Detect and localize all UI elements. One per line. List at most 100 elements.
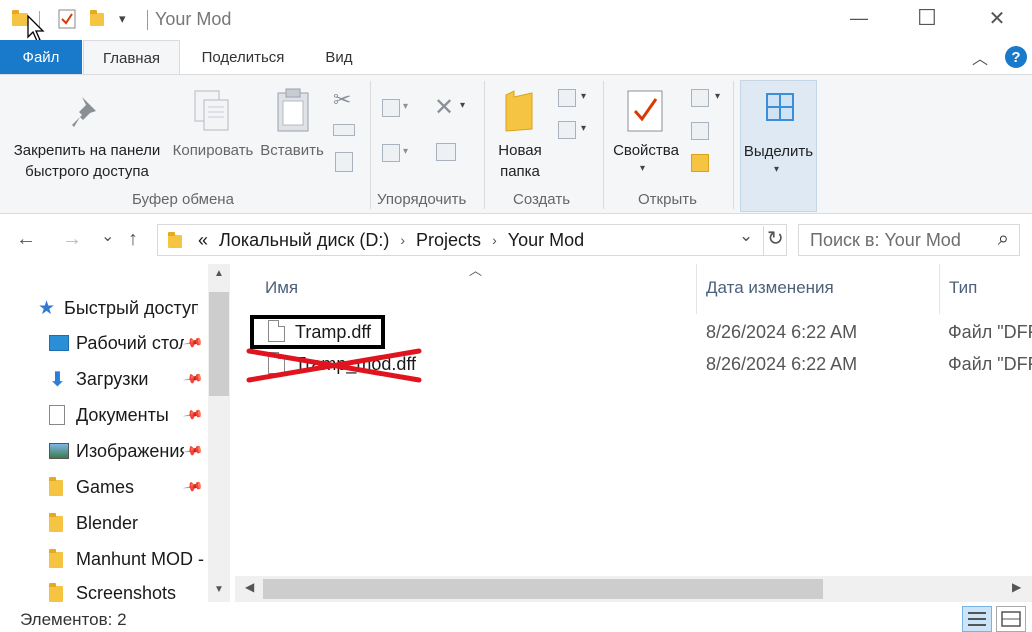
delete-icon[interactable]: ✕ (434, 93, 454, 122)
address-bar[interactable]: « Локальный диск (D:) › Projects › Your … (157, 224, 787, 256)
sidebar-item-blender[interactable]: Blender (0, 505, 208, 541)
scroll-down-arrow-icon[interactable]: ▼ (214, 584, 224, 595)
sidebar-item-documents[interactable]: Документы 📌 (0, 397, 208, 433)
up-button[interactable]: ↑ (128, 228, 138, 251)
copy-path-icon[interactable] (333, 124, 355, 136)
ribbon-collapse-button[interactable]: ︿ (972, 45, 988, 69)
open-dropdown-icon[interactable]: ▾ (715, 91, 720, 102)
breadcrumb-your-mod[interactable]: Your Mod (508, 230, 584, 251)
customize-toolbar-dropdown[interactable]: ▾ (119, 8, 126, 30)
column-header-type[interactable]: Тип (949, 278, 977, 298)
scroll-up-arrow-icon[interactable]: ▲ (214, 268, 224, 279)
column-header-name[interactable]: Имя (265, 278, 298, 298)
sidebar-item-pictures[interactable]: Изображения 📌 (0, 433, 208, 469)
breadcrumb-drive[interactable]: Локальный диск (D:) (219, 230, 389, 251)
help-icon[interactable]: ? (1005, 46, 1027, 68)
breadcrumb-overflow[interactable]: « (198, 230, 208, 251)
move-to-dropdown-icon[interactable]: ▾ (403, 101, 408, 112)
sidebar-item-desktop[interactable]: Рабочий стол 📌 (0, 325, 208, 361)
copy-to-dropdown-icon[interactable]: ▾ (403, 146, 408, 157)
folder-icon (49, 549, 63, 568)
navigation-bar: ← → ⌄ ↑ « Локальный диск (D:) › Projects… (0, 214, 1032, 264)
folder-icon[interactable] (12, 8, 28, 30)
group-separator (484, 81, 485, 209)
properties-icon (627, 90, 663, 132)
pictures-icon (49, 443, 69, 459)
easy-access-dropdown-icon[interactable]: ▾ (581, 123, 586, 134)
refresh-button[interactable]: ↻ (763, 226, 784, 256)
copy-label: Копировать (172, 142, 254, 159)
details-view-button[interactable] (962, 606, 992, 632)
move-to-icon[interactable] (382, 99, 400, 117)
strikethrough-annotation (246, 348, 422, 383)
new-item-icon[interactable] (558, 89, 576, 107)
properties-quick-icon[interactable] (58, 8, 76, 30)
documents-icon (49, 405, 65, 425)
folder-icon (49, 513, 63, 532)
tab-share[interactable]: Поделиться (188, 40, 298, 75)
minimize-button[interactable]: — (836, 0, 882, 36)
maximize-button[interactable]: ☐ (904, 0, 950, 36)
forward-button[interactable]: → (62, 228, 82, 251)
tab-file[interactable]: Файл (0, 40, 82, 75)
address-dropdown-button[interactable]: ⌄ (739, 226, 753, 246)
select-label: Выделить (743, 143, 814, 160)
details-view-icon (968, 612, 986, 626)
new-item-dropdown-icon[interactable]: ▾ (581, 91, 586, 102)
pin-icon: 📌 (182, 367, 205, 390)
close-button[interactable]: ✕ (974, 0, 1020, 36)
new-folder-label-line2: папка (500, 163, 540, 180)
sidebar-item-games[interactable]: Games 📌 (0, 469, 208, 505)
sidebar-item-label: Manhunt MOD - (76, 548, 205, 569)
sidebar-scroll-thumb[interactable] (209, 292, 229, 396)
navigation-pane: ★ Быстрый доступ Рабочий стол 📌 ⬇ Загруз… (0, 264, 233, 602)
sidebar-item-label: Быстрый доступ (64, 297, 198, 318)
rename-icon[interactable] (436, 143, 456, 161)
large-icons-view-button[interactable] (996, 606, 1026, 632)
new-folder-icon (505, 90, 533, 132)
tab-home[interactable]: Главная (83, 40, 180, 75)
edit-icon[interactable] (691, 122, 709, 140)
tab-view[interactable]: Вид (308, 40, 370, 75)
ribbon: Закрепить на панели быстрого доступа Коп… (0, 74, 1032, 214)
sidebar-item-manhunt-mod[interactable]: Manhunt MOD - (0, 541, 208, 577)
sidebar-item-downloads[interactable]: ⬇ Загрузки 📌 (0, 361, 208, 397)
star-icon: ★ (38, 297, 56, 319)
select-button[interactable]: Выделить ▾ (740, 80, 817, 212)
sort-ascending-icon: ︿ (469, 263, 483, 278)
pin-icon: 📌 (182, 403, 205, 426)
select-all-icon (766, 93, 794, 121)
breadcrumb-projects[interactable]: Projects (416, 230, 481, 251)
cut-icon[interactable]: ✂ (333, 87, 351, 113)
horizontal-scroll-thumb[interactable] (263, 579, 823, 599)
copy-to-icon[interactable] (382, 144, 400, 162)
column-header-date[interactable]: Дата изменения (706, 278, 834, 298)
recent-locations-button[interactable]: ⌄ (101, 226, 114, 246)
search-icon[interactable]: ⌕ (998, 228, 1009, 251)
column-divider[interactable] (939, 264, 940, 314)
sidebar-item-screenshots[interactable]: Screenshots (0, 577, 208, 602)
properties-dropdown-icon[interactable]: ▾ (640, 163, 645, 174)
new-folder-quick-icon[interactable] (90, 8, 104, 30)
scroll-left-arrow-icon[interactable]: ◀ (245, 580, 254, 594)
breadcrumb-separator[interactable]: › (400, 232, 405, 248)
open-icon[interactable] (691, 89, 709, 107)
sidebar-item-label: Blender (76, 512, 139, 533)
file-date: 8/26/2024 6:22 AM (706, 354, 858, 374)
paste-label: Вставить (260, 142, 324, 159)
delete-dropdown-icon[interactable]: ▾ (460, 100, 465, 111)
breadcrumb-separator[interactable]: › (492, 232, 497, 248)
group-clipboard-label: Буфер обмена (132, 191, 234, 208)
history-icon[interactable] (691, 154, 709, 172)
new-folder-label-line1: Новая (498, 142, 542, 159)
paste-shortcut-icon[interactable] (335, 152, 353, 172)
title-separator (147, 10, 148, 30)
search-input[interactable]: Поиск в: Your Mod ⌕ (798, 224, 1020, 256)
search-placeholder: Поиск в: Your Mod (810, 229, 961, 250)
scroll-right-arrow-icon[interactable]: ▶ (1012, 580, 1021, 594)
window-title: Your Mod (155, 9, 232, 29)
back-button[interactable]: ← (16, 228, 36, 251)
sidebar-item-quick-access[interactable]: ★ Быстрый доступ (0, 290, 208, 326)
column-divider[interactable] (696, 264, 697, 314)
easy-access-icon[interactable] (558, 121, 576, 139)
